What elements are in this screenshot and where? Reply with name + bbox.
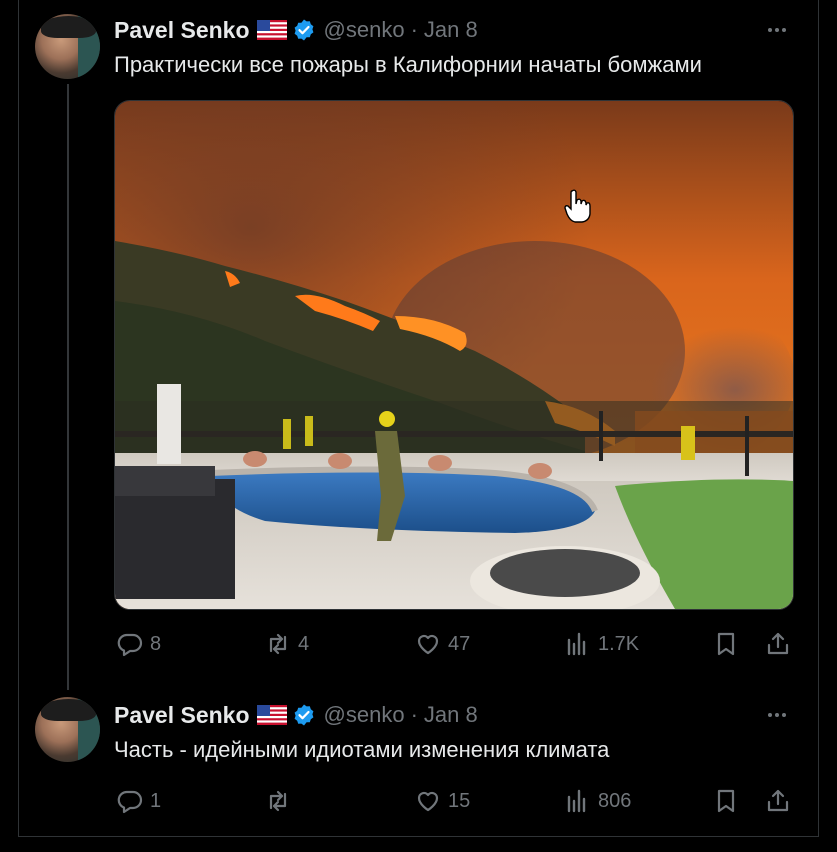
verified-badge-icon[interactable] xyxy=(292,703,316,727)
like-count: 47 xyxy=(448,632,471,655)
like-button[interactable]: 47 xyxy=(414,630,470,658)
us-flag-icon xyxy=(256,20,287,40)
us-flag-icon xyxy=(256,705,287,725)
retweet-button[interactable] xyxy=(264,787,298,815)
retweet-button[interactable]: 4 xyxy=(264,630,309,658)
retweet-icon xyxy=(269,633,287,655)
reply-count: 8 xyxy=(150,632,162,655)
tweet-date[interactable]: Jan 8 xyxy=(424,17,478,43)
bookmark-icon xyxy=(717,789,735,813)
author-handle[interactable]: @senko xyxy=(324,17,405,43)
more-dots-icon[interactable] xyxy=(764,17,790,43)
tweet-header: Pavel Senko @senko · Jan 8 xyxy=(114,701,478,729)
reply-button[interactable]: 1 xyxy=(116,787,161,815)
thread-connector-line xyxy=(67,84,69,690)
tweet-text: Часть - идейными идиотами изменения клим… xyxy=(114,737,610,762)
retweet-count: 4 xyxy=(298,632,310,655)
retweet-icon xyxy=(269,790,287,812)
verified-badge-icon[interactable] xyxy=(292,18,316,42)
views-bar-icon xyxy=(567,632,586,656)
heart-icon xyxy=(417,791,439,812)
tweet-text: Практически все пожары в Калифорнии нача… xyxy=(114,52,702,77)
bookmark-icon xyxy=(717,632,735,656)
hand-pointer-cursor xyxy=(564,189,591,223)
reply-button[interactable]: 8 xyxy=(116,630,161,658)
reply-count: 1 xyxy=(150,789,162,812)
share-icon xyxy=(767,632,789,655)
wildfire-photo xyxy=(115,101,793,609)
author-name[interactable]: Pavel Senko xyxy=(114,17,250,44)
more-dots-icon[interactable] xyxy=(764,702,790,728)
timeline-border-left xyxy=(18,0,19,836)
like-button[interactable]: 15 xyxy=(414,787,470,815)
share-icon xyxy=(767,789,789,812)
avatar[interactable] xyxy=(35,697,100,762)
share-button[interactable] xyxy=(764,787,792,815)
tweet-photo[interactable] xyxy=(114,100,794,610)
like-count: 15 xyxy=(448,789,471,812)
author-name[interactable]: Pavel Senko xyxy=(114,702,250,729)
separator-dot: · xyxy=(410,702,418,727)
view-count: 806 xyxy=(598,789,632,812)
author-handle[interactable]: @senko xyxy=(324,702,405,728)
separator-dot: · xyxy=(410,17,418,42)
views-button[interactable]: 1.7K xyxy=(564,630,639,658)
timeline-border-right xyxy=(818,0,819,836)
bookmark-button[interactable] xyxy=(712,630,740,658)
share-button[interactable] xyxy=(764,630,792,658)
views-bar-icon xyxy=(567,789,586,813)
tweet-date[interactable]: Jan 8 xyxy=(424,702,478,728)
bookmark-button[interactable] xyxy=(712,787,740,815)
views-button[interactable]: 806 xyxy=(564,787,631,815)
tweet-header: Pavel Senko @senko · Jan 8 xyxy=(114,16,478,44)
view-count: 1.7K xyxy=(598,632,640,655)
avatar[interactable] xyxy=(35,14,100,79)
reply-icon xyxy=(117,790,143,814)
reply-icon xyxy=(117,633,143,657)
timeline-divider xyxy=(18,836,819,837)
heart-icon xyxy=(417,634,439,655)
